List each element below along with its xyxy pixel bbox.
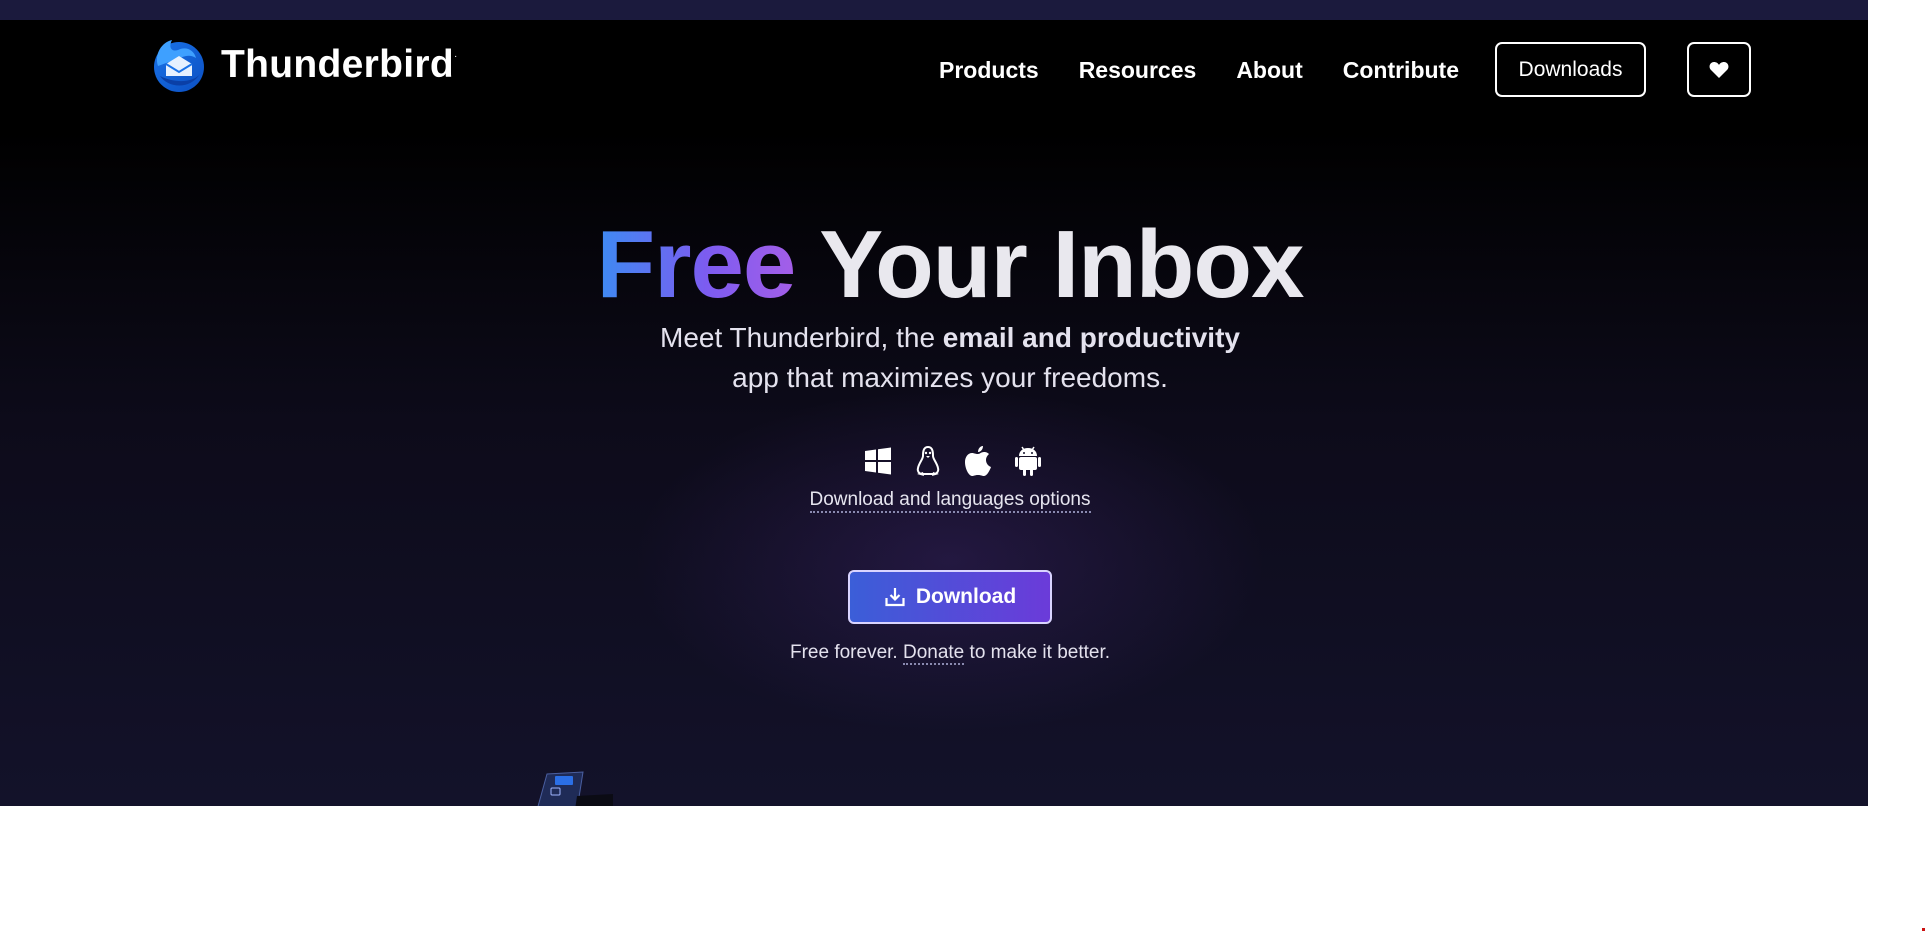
download-options-link[interactable]: Download and languages options [809, 489, 1091, 513]
hero-title-highlight: Free [596, 211, 797, 318]
download-icon [885, 588, 905, 607]
download-button[interactable]: Download [848, 570, 1052, 624]
announcement-banner[interactable] [0, 0, 1868, 20]
app-screenshot-preview [537, 771, 613, 806]
nav-item-contribute[interactable]: Contribute [1343, 48, 1459, 92]
android-icon[interactable] [1011, 444, 1045, 478]
donate-heart-button[interactable] [1687, 42, 1751, 97]
windows-icon[interactable] [861, 444, 895, 478]
hero-subtitle: Meet Thunderbird, the email and producti… [0, 318, 1868, 398]
downloads-button[interactable]: Downloads [1495, 42, 1646, 97]
hero-subtitle-bold: email and productivity [942, 322, 1240, 353]
nav-item-about[interactable]: About [1236, 48, 1302, 92]
free-text-before: Free forever. [789, 642, 903, 663]
nav-item-resources[interactable]: Resources [1079, 48, 1197, 92]
download-button-label: Download [915, 585, 1017, 608]
hero-subtitle-part1: Meet Thunderbird, the [660, 322, 943, 353]
heart-icon [1709, 61, 1729, 78]
download-options-wrap: Download and languages options [0, 489, 1868, 513]
hero-title-rest: Your Inbox [819, 211, 1304, 318]
site-logo[interactable]: Thunderbird · [150, 36, 457, 94]
thunderbird-logo-icon [154, 40, 204, 92]
announcement-banner-text [606, 0, 1306, 10]
donate-link[interactable]: Donate [902, 642, 965, 665]
corner-marker [1922, 928, 1925, 931]
website-viewport: Thunderbird · Products Resources About Co… [0, 0, 1868, 806]
hero-subtitle-part2: app that maximizes your freedoms. [732, 362, 1168, 393]
main-nav: Products Resources About Contribute [939, 48, 1459, 92]
hero-title: Free Your Inbox [0, 210, 1868, 320]
os-icon-row [861, 444, 1045, 478]
apple-icon[interactable] [961, 444, 995, 478]
linux-icon[interactable] [911, 444, 945, 478]
free-forever-line: Free forever. Donate to make it better. [0, 642, 1868, 665]
free-text-after: to make it better. [964, 642, 1111, 663]
nav-item-products[interactable]: Products [939, 48, 1039, 92]
trademark-dot: · [453, 50, 458, 62]
brand-name: Thunderbird [221, 43, 454, 86]
